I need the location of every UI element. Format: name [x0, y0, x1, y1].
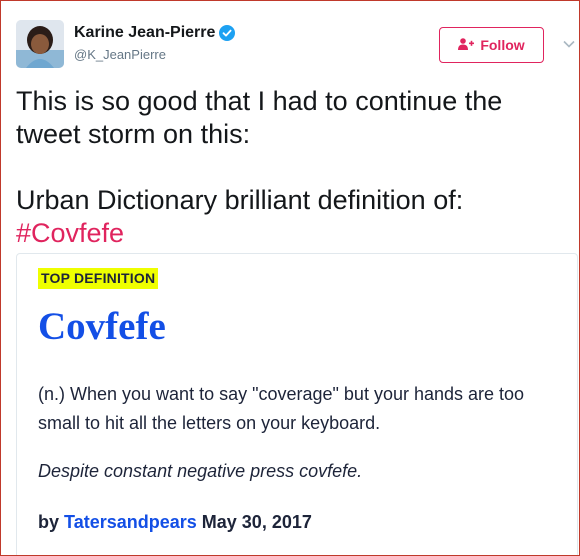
definition-byline: by Tatersandpears May 30, 2017	[38, 512, 312, 533]
byline-author: Tatersandpears	[64, 512, 197, 532]
user-name-row: Karine Jean-Pierre	[74, 24, 236, 42]
follow-button[interactable]: Follow	[439, 27, 544, 63]
byline-date: May 30, 2017	[201, 512, 312, 532]
avatar-image	[16, 20, 64, 68]
tweet-text: This is so good that I had to continue t…	[16, 85, 566, 250]
definition-example: Despite constant negative press covfefe.	[38, 461, 363, 481]
definition-word: Covfefe	[38, 305, 166, 348]
user-name[interactable]: Karine Jean-Pierre	[74, 24, 215, 42]
top-definition-badge: TOP DEFINITION	[38, 268, 159, 289]
byline-by: by	[38, 512, 60, 532]
chevron-down-icon[interactable]	[563, 37, 575, 49]
avatar[interactable]	[16, 20, 64, 68]
tweet-container: Karine Jean-Pierre @K_JeanPierre Follow …	[0, 0, 580, 556]
user-handle[interactable]: @K_JeanPierre	[74, 47, 166, 62]
follow-button-label: Follow	[480, 37, 525, 53]
media-card[interactable]: TOP DEFINITION Covfefe (n.) When you wan…	[16, 253, 578, 555]
add-user-icon	[458, 37, 475, 53]
tweet-body: This is so good that I had to continue t…	[16, 86, 503, 215]
hashtag-link[interactable]: #Covfefe	[16, 218, 124, 248]
verified-badge-icon	[219, 25, 236, 41]
definition-meaning: (n.) When you want to say "coverage" but…	[38, 384, 525, 433]
